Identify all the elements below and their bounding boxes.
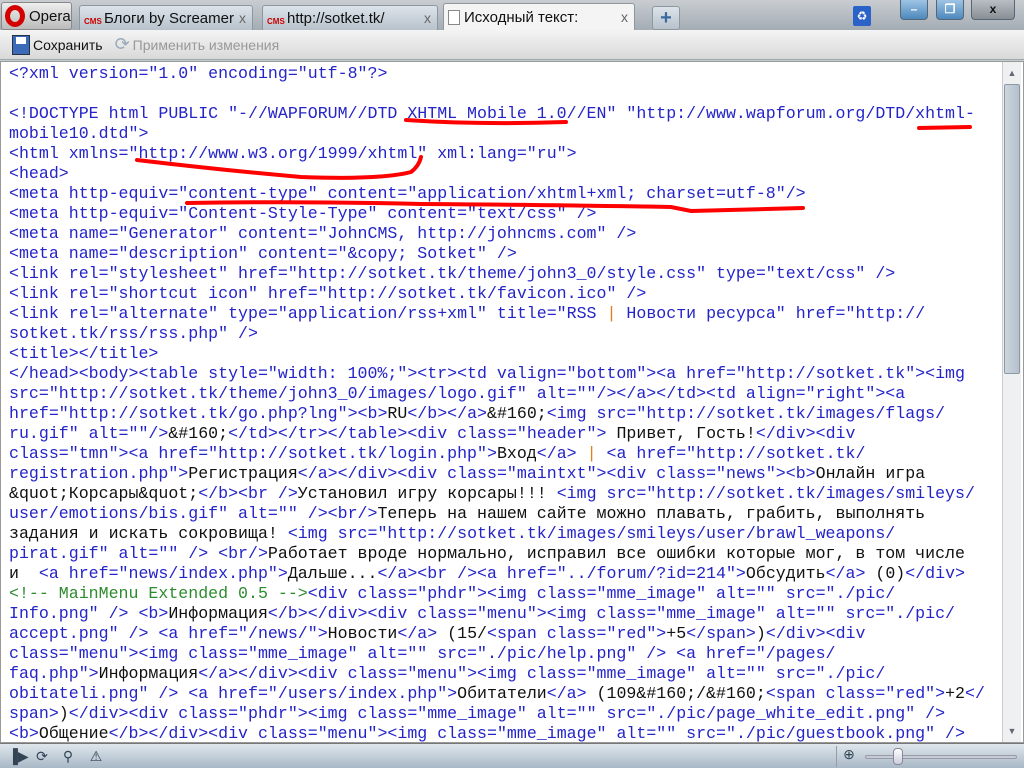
source-toolbar: Сохранить ⟳ Применить изменения: [0, 30, 1024, 60]
opera-menu-button[interactable]: Opera: [1, 2, 72, 30]
source-view[interactable]: <?xml version="1.0" encoding="utf-8"?> <!…: [0, 61, 1024, 743]
restore-button[interactable]: ❐: [936, 0, 964, 20]
opera-logo-icon: [5, 5, 25, 27]
page-icon: [448, 9, 460, 25]
turbo-warning-icon[interactable]: ⚠: [88, 748, 104, 764]
tab-sotket[interactable]: CMS http://sotket.tk/x: [262, 5, 438, 30]
tab-title: http://sotket.tk/: [287, 9, 385, 27]
tab-blogs[interactable]: CMS Блоги by Screamer x: [79, 5, 253, 30]
scroll-up-icon[interactable]: ▲: [1003, 64, 1021, 82]
tab-bar: Opera CMS Блоги by Screamer x CMS http://so…: [0, 0, 1024, 30]
apply-changes-button[interactable]: ⟳ Применить изменения: [115, 34, 280, 55]
apply-label: Применить изменения: [132, 36, 280, 53]
red-annotations: [135, 118, 972, 214]
trash-icon[interactable]: ♻: [853, 6, 871, 26]
refresh-icon: ⟳: [114, 34, 130, 54]
unite-icon[interactable]: ⚲: [60, 748, 76, 764]
save-button[interactable]: Сохранить: [12, 34, 103, 55]
scroll-down-icon[interactable]: ▼: [1003, 722, 1021, 740]
scrollbar-thumb[interactable]: [1004, 84, 1020, 374]
zoom-knob[interactable]: [893, 748, 903, 765]
close-tab-icon[interactable]: x: [239, 10, 246, 26]
close-tab-icon[interactable]: x: [621, 9, 628, 25]
zoom-slider[interactable]: ⊕: [836, 746, 1022, 767]
cms-icon: CMS: [267, 17, 285, 26]
annotation-underline-xhtml-mobile: [404, 118, 568, 126]
annotation-underline-content-type: [185, 200, 805, 214]
annotation-underline-xhtml-dtd: [917, 125, 972, 130]
tab-title: Исходный текст:: [464, 8, 579, 26]
zoom-track[interactable]: [865, 755, 1017, 759]
zoom-icon: ⊕: [843, 746, 855, 762]
panel-toggle-icon[interactable]: ▐▶: [8, 748, 29, 764]
status-bar: ▐▶ ⟳ ⚲ ⚠ ⊕: [0, 743, 1024, 768]
annotation-underline-xmlns: [135, 155, 423, 180]
opera-menu-label: Opera: [29, 7, 71, 25]
floppy-disk-icon: [12, 34, 30, 55]
vertical-scrollbar[interactable]: ▲ ▼: [1002, 62, 1021, 742]
cms-icon: CMS: [84, 17, 102, 26]
tab-source[interactable]: Исходный текст: x: [443, 3, 635, 30]
new-tab-button[interactable]: +: [652, 6, 680, 30]
minimize-button[interactable]: –: [900, 0, 928, 20]
tab-title: Блоги by Screamer: [104, 9, 234, 27]
save-label: Сохранить: [33, 36, 103, 53]
close-tab-icon[interactable]: x: [424, 10, 431, 26]
close-window-button[interactable]: x: [971, 0, 1015, 20]
sync-icon[interactable]: ⟳: [34, 748, 50, 764]
